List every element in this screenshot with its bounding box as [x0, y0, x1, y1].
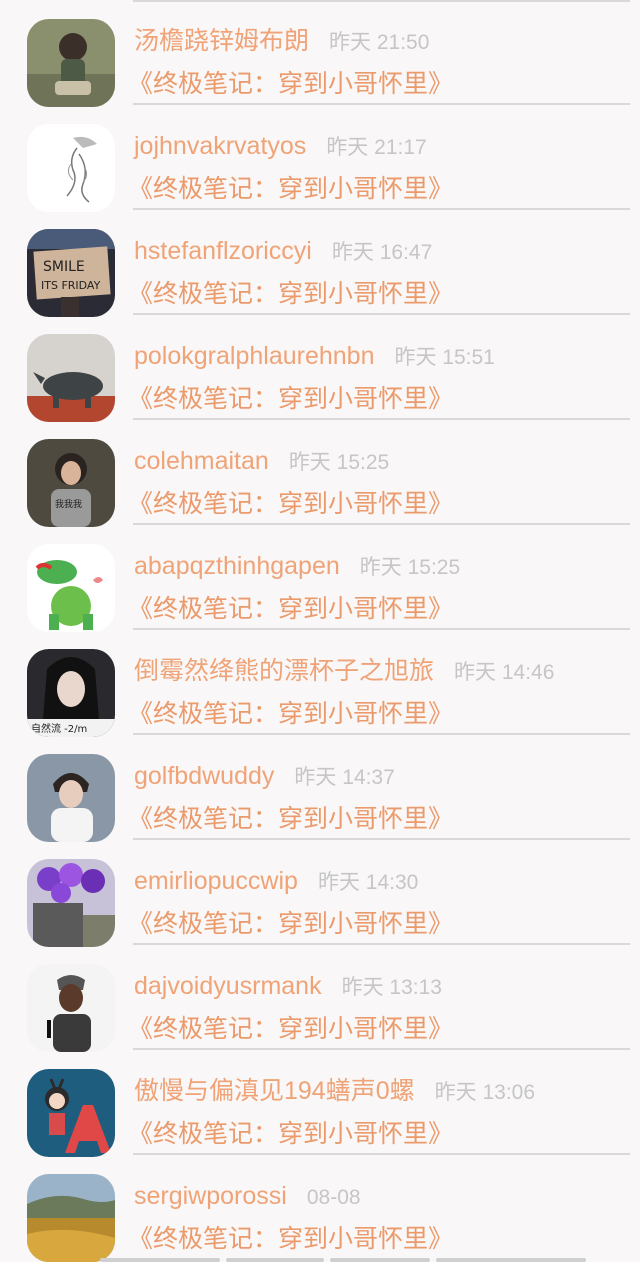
svg-text:ITS FRIDAY: ITS FRIDAY — [41, 279, 101, 292]
bottom-bar-segment — [330, 1258, 430, 1262]
woman-selfie-photo-icon: 自然流 -2/m — [27, 649, 115, 737]
comment-time: 昨天 15:51 — [394, 346, 495, 369]
bottom-bar-segment — [226, 1258, 324, 1262]
sketch-figure-icon — [27, 124, 115, 212]
book-title[interactable]: 《终极笔记：穿到小哥怀里》 — [128, 802, 453, 836]
svg-text:我我我: 我我我 — [55, 499, 82, 510]
book-title[interactable]: 《终极笔记：穿到小哥怀里》 — [128, 1117, 453, 1151]
bottom-bar-segment — [436, 1258, 586, 1262]
book-title[interactable]: 《终极笔记：穿到小哥怀里》 — [128, 67, 453, 101]
comment-row[interactable]: 我我我 colehmaitan 昨天 15:25 《终极笔记：穿到小哥怀里》 — [0, 420, 640, 527]
comment-list: 汤檐跷锌姆布朗 昨天 21:50 《终极笔记：穿到小哥怀里》 jojhnvakrv… — [0, 0, 640, 1262]
bottom-bar-segment — [100, 1258, 220, 1262]
user-name[interactable]: polokgralphlaurehnbn — [134, 342, 374, 370]
comment-time: 昨天 13:06 — [434, 1081, 536, 1104]
rhino-statue-photo-icon — [27, 334, 115, 422]
book-title[interactable]: 《终极笔记：穿到小哥怀里》 — [128, 907, 453, 941]
comment-row[interactable]: jojhnvakrvatyos 昨天 21:17 《终极笔记：穿到小哥怀里》 — [0, 105, 640, 212]
book-title[interactable]: 《终极笔记：穿到小哥怀里》 — [128, 592, 453, 626]
user-name[interactable]: golfbdwuddy — [134, 762, 274, 790]
comment-time: 昨天 21:50 — [329, 31, 430, 54]
svg-text:自然流 -2/m: 自然流 -2/m — [31, 722, 87, 735]
young-man-photo-icon — [27, 754, 115, 842]
singer-photo-icon — [27, 964, 115, 1052]
book-title[interactable]: 《终极笔记：穿到小哥怀里》 — [128, 487, 453, 521]
avatar[interactable] — [27, 1174, 115, 1262]
book-title[interactable]: 《终极笔记：穿到小哥怀里》 — [128, 697, 453, 731]
comment-time: 昨天 14:46 — [454, 661, 555, 684]
purple-balloons-photo-icon — [27, 859, 115, 947]
comment-row[interactable]: 汤檐跷锌姆布朗 昨天 21:50 《终极笔记：穿到小哥怀里》 — [0, 0, 640, 107]
avatar[interactable] — [27, 544, 115, 632]
svg-text:SMILE: SMILE — [43, 259, 85, 275]
landscape-photo-icon — [27, 1174, 115, 1262]
comment-time: 昨天 21:17 — [326, 136, 427, 159]
book-title[interactable]: 《终极笔记：穿到小哥怀里》 — [128, 382, 453, 416]
comment-row[interactable]: golfbdwuddy 昨天 14:37 《终极笔记：穿到小哥怀里》 — [0, 735, 640, 842]
avatar[interactable] — [27, 754, 115, 842]
user-name[interactable]: abapqzthinhgapen — [134, 552, 340, 580]
comment-time: 昨天 15:25 — [359, 556, 461, 579]
avatar[interactable] — [27, 1069, 115, 1157]
user-name[interactable]: 傲慢与偏滇见194蟮声0螺 — [134, 1077, 415, 1105]
comment-row[interactable]: 傲慢与偏滇见194蟮声0螺 昨天 13:06 《终极笔记：穿到小哥怀里》 — [0, 1050, 640, 1157]
girl-portrait-photo-icon: 我我我 — [27, 439, 115, 527]
comment-time: 昨天 14:37 — [294, 766, 395, 789]
book-title[interactable]: 《终极笔记：穿到小哥怀里》 — [128, 1012, 453, 1046]
user-name[interactable]: 倒霉然绛熊的漂杯子之旭旅 — [134, 657, 434, 685]
book-title[interactable]: 《终极笔记：穿到小哥怀里》 — [128, 277, 453, 311]
avatar[interactable]: 我我我 — [27, 439, 115, 527]
frog-cartoon-icon — [27, 544, 115, 632]
user-name[interactable]: jojhnvakrvatyos — [134, 132, 306, 160]
user-name[interactable]: hstefanflzoriccyi — [134, 237, 312, 265]
user-name[interactable]: emirliopuccwip — [134, 867, 298, 895]
comment-time: 昨天 14:30 — [317, 871, 419, 894]
avatar[interactable]: 自然流 -2/m — [27, 649, 115, 737]
comment-time: 昨天 16:47 — [331, 241, 433, 264]
user-name[interactable]: dajvoidyusrmank — [134, 972, 322, 1000]
comment-row[interactable]: polokgralphlaurehnbn 昨天 15:51 《终极笔记：穿到小哥怀… — [0, 315, 640, 422]
comment-time: 昨天 15:25 — [288, 451, 390, 474]
comment-time: 08-08 — [306, 1186, 361, 1209]
avatar[interactable] — [27, 334, 115, 422]
letter-a-cartoon-icon — [27, 1069, 115, 1157]
comment-row[interactable]: SMILE ITS FRIDAY hstefanflzoriccyi 昨天 16:… — [0, 210, 640, 317]
comment-time: 昨天 13:13 — [341, 976, 442, 999]
comment-row[interactable]: emirliopuccwip 昨天 14:30 《终极笔记：穿到小哥怀里》 — [0, 840, 640, 947]
girl-sitting-photo-icon — [27, 19, 115, 107]
avatar[interactable] — [27, 964, 115, 1052]
user-name[interactable]: 汤檐跷锌姆布朗 — [134, 27, 309, 55]
book-title[interactable]: 《终极笔记：穿到小哥怀里》 — [128, 1222, 453, 1256]
avatar[interactable]: SMILE ITS FRIDAY — [27, 229, 115, 317]
smile-sign-photo-icon: SMILE ITS FRIDAY — [27, 229, 115, 317]
comment-row[interactable]: abapqzthinhgapen 昨天 15:25 《终极笔记：穿到小哥怀里》 — [0, 525, 640, 632]
user-name[interactable]: colehmaitan — [134, 447, 269, 475]
comment-row[interactable]: dajvoidyusrmank 昨天 13:13 《终极笔记：穿到小哥怀里》 — [0, 945, 640, 1052]
comment-row[interactable]: 自然流 -2/m 倒霉然绛熊的漂杯子之旭旅 昨天 14:46 《终极笔记：穿到小哥… — [0, 630, 640, 737]
user-name[interactable]: sergiwporossi — [134, 1182, 287, 1210]
comment-row[interactable]: sergiwporossi 08-08 《终极笔记：穿到小哥怀里》 — [0, 1155, 640, 1262]
avatar[interactable] — [27, 19, 115, 107]
avatar[interactable] — [27, 124, 115, 212]
avatar[interactable] — [27, 859, 115, 947]
book-title[interactable]: 《终极笔记：穿到小哥怀里》 — [128, 172, 453, 206]
